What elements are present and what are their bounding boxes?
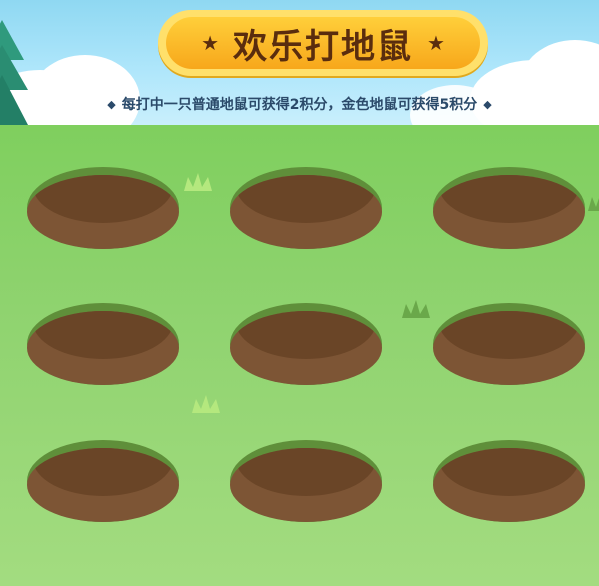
grass-tuft-icon: [192, 395, 220, 413]
hole-dirt: [433, 311, 585, 385]
hole-dirt: [230, 175, 382, 249]
hole-dirt: [230, 311, 382, 385]
mole-hole-1[interactable]: [27, 167, 179, 249]
scoring-rules-text: 每打中一只普通地鼠可获得2积分，金色地鼠可获得5积分: [121, 97, 478, 113]
mole-hole-8[interactable]: [230, 440, 382, 522]
diamond-icon: ◆: [107, 98, 116, 111]
hole-dirt: [27, 448, 179, 522]
grass-tuft-icon: [184, 173, 212, 191]
hole-dirt: [433, 175, 585, 249]
cloud: [30, 55, 140, 125]
mole-hole-7[interactable]: [27, 440, 179, 522]
hole-dirt: [230, 448, 382, 522]
hole-dirt: [433, 448, 585, 522]
diamond-icon: ◆: [483, 98, 492, 111]
mole-hole-3[interactable]: [433, 167, 585, 249]
game-title: 欢乐打地鼠: [233, 26, 413, 67]
star-icon: ★: [427, 31, 445, 55]
scoring-rules: ◆ 每打中一只普通地鼠可获得2积分，金色地鼠可获得5积分 ◆: [0, 94, 599, 114]
mole-hole-4[interactable]: [27, 303, 179, 385]
whack-a-mole-game: ★ 欢乐打地鼠 ★ ◆ 每打中一只普通地鼠可获得2积分，金色地鼠可获得5积分 ◆: [0, 0, 599, 586]
hole-dirt: [27, 175, 179, 249]
star-icon: ★: [201, 31, 219, 55]
grass-tuft-icon: [402, 300, 430, 318]
title-banner: ★ 欢乐打地鼠 ★: [158, 10, 488, 76]
mole-hole-5[interactable]: [230, 303, 382, 385]
grass-field: [0, 125, 599, 586]
mole-hole-2[interactable]: [230, 167, 382, 249]
title-banner-inner: ★ 欢乐打地鼠 ★: [166, 17, 480, 69]
hole-dirt: [27, 311, 179, 385]
sky-header: ★ 欢乐打地鼠 ★ ◆ 每打中一只普通地鼠可获得2积分，金色地鼠可获得5积分 ◆: [0, 0, 599, 125]
grass-tuft-icon: [588, 197, 599, 211]
mole-hole-9[interactable]: [433, 440, 585, 522]
mole-hole-6[interactable]: [433, 303, 585, 385]
